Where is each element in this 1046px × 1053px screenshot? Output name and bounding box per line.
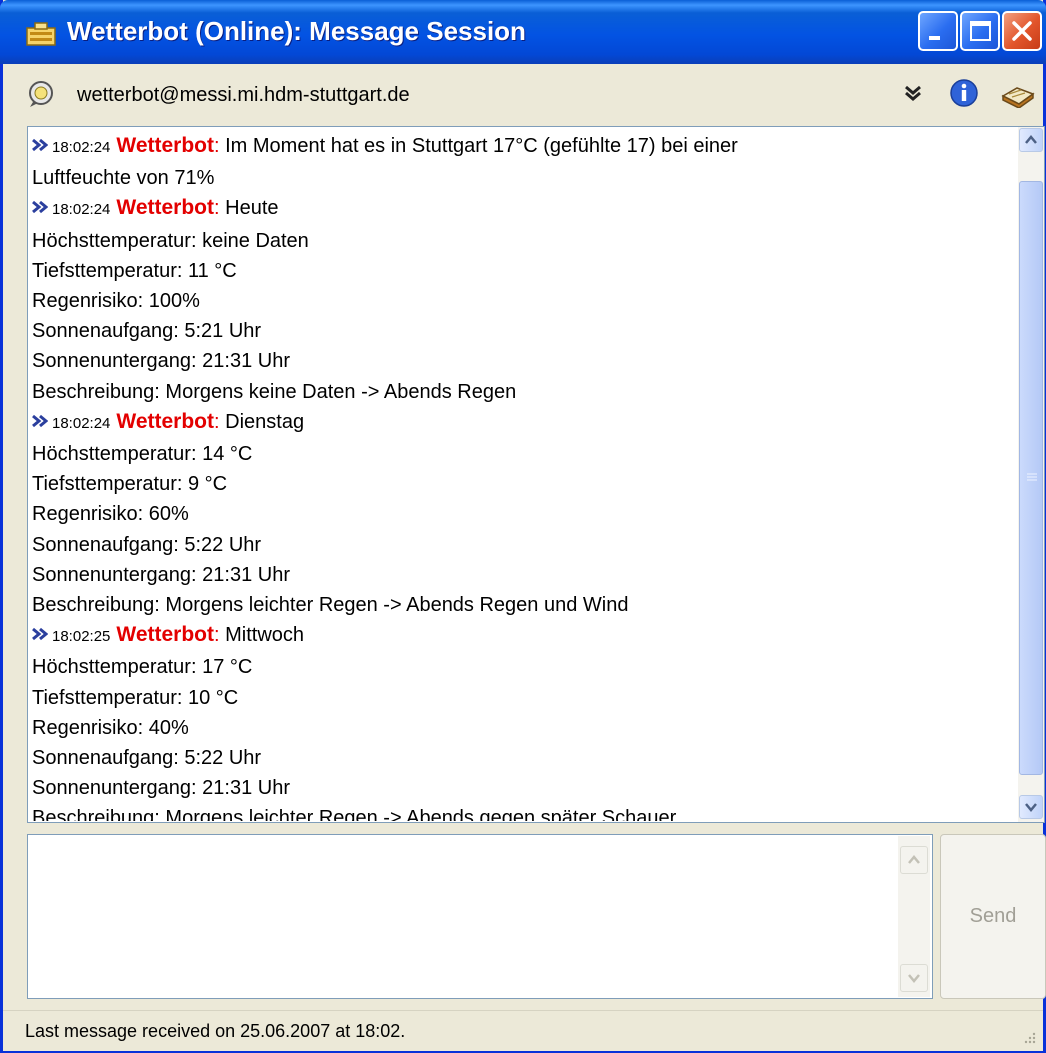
- book-icon[interactable]: [1001, 82, 1035, 113]
- message-text-line: Höchsttemperatur: 17 °C: [32, 656, 253, 679]
- message-text-line: Höchsttemperatur: 14 °C: [32, 443, 253, 466]
- incoming-arrow-icon: [32, 138, 48, 152]
- message-input-frame: [27, 834, 933, 999]
- message-header: 18:02:24 Wetterbot: Heute: [32, 193, 1017, 225]
- message-text-line: Regenrisiko: 100%: [32, 290, 200, 313]
- minimize-icon: [929, 36, 940, 40]
- close-button[interactable]: [1002, 11, 1042, 51]
- chevron-down-icon: [1025, 803, 1037, 812]
- contact-address: wetterbot@messi.mi.hdm-stuttgart.de: [77, 84, 410, 106]
- message-text-line: Tiefsttemperatur: 9 °C: [32, 473, 228, 496]
- message-text-line: Tiefsttemperatur: 10 °C: [32, 686, 239, 709]
- input-scrollbar[interactable]: [898, 836, 930, 997]
- scroll-up-button[interactable]: [1019, 128, 1043, 152]
- minimize-button[interactable]: [918, 11, 958, 51]
- message-text-line: Höchsttemperatur: keine Daten: [32, 229, 309, 252]
- message-text-line: Beschreibung: Morgens leichter Regen -> …: [32, 807, 677, 821]
- message-text-line: Regenrisiko: 60%: [32, 503, 189, 526]
- incoming-arrow-icon: [32, 414, 48, 427]
- message-header: 18:02:24 Wetterbot: Dienstag: [32, 407, 1017, 439]
- message-sender: Wetterbot: [116, 196, 214, 220]
- message-text: Heute: [225, 197, 279, 220]
- scroll-thumb[interactable]: [1019, 181, 1043, 775]
- input-scroll-down-button[interactable]: [900, 964, 928, 992]
- message-header: 18:02:25 Wetterbot: Mittwoch: [32, 620, 1017, 652]
- scroll-down-button[interactable]: [1019, 795, 1043, 819]
- chevron-down-icon[interactable]: [903, 84, 923, 107]
- message-list: 18:02:24 Wetterbot: Im Moment hat es in S…: [32, 131, 1017, 821]
- status-bar: Last message received on 25.06.2007 at 1…: [3, 1010, 1043, 1051]
- maximize-button[interactable]: [960, 11, 1000, 51]
- message-text: Mittwoch: [225, 624, 305, 647]
- message-text-line: Beschreibung: Morgens keine Daten -> Abe…: [32, 380, 517, 403]
- chat-window-icon: [26, 22, 56, 46]
- message-text-line: Sonnenaufgang: 5:22 Uhr: [32, 533, 262, 556]
- title-bar[interactable]: Wetterbot (Online): Message Session: [0, 0, 1046, 64]
- message-text-line: Regenrisiko: 40%: [32, 716, 189, 739]
- input-scroll-up-button[interactable]: [900, 846, 928, 874]
- grip-icon: [1027, 473, 1037, 481]
- message-timestamp: 18:02:24: [52, 414, 111, 432]
- message-text-line: Sonnenaufgang: 5:22 Uhr: [32, 747, 262, 770]
- chat-history[interactable]: 18:02:24 Wetterbot: Im Moment hat es in S…: [27, 126, 1045, 823]
- chevron-up-icon: [1025, 135, 1037, 144]
- message-text-line: Tiefsttemperatur: 11 °C: [32, 259, 237, 282]
- chat-scrollbar[interactable]: [1018, 127, 1044, 822]
- message-text: Im Moment hat es in Stuttgart 17°C (gefü…: [225, 135, 738, 157]
- message-header: 18:02:24 Wetterbot: Im Moment hat es in S…: [32, 131, 1017, 163]
- message-text-line: Sonnenuntergang: 21:31 Uhr: [32, 563, 290, 586]
- chevron-down-icon: [908, 974, 920, 983]
- message-input[interactable]: [30, 837, 895, 996]
- message-timestamp: 18:02:24: [52, 201, 111, 219]
- message-sender: Wetterbot: [116, 623, 214, 647]
- message-text-line: Sonnenaufgang: 5:21 Uhr: [32, 320, 262, 343]
- info-icon[interactable]: [949, 78, 979, 113]
- incoming-arrow-icon: [32, 628, 48, 641]
- chat-bubble-icon: [27, 80, 55, 113]
- message-text-line: Luftfeuchte von 71%: [32, 167, 215, 190]
- window-title: Wetterbot (Online): Message Session: [67, 16, 526, 46]
- message-text-line: Sonnenuntergang: 21:31 Uhr: [32, 777, 290, 800]
- message-session-window: Wetterbot (Online): Message Session wett…: [0, 0, 1046, 1053]
- message-sender: Wetterbot: [116, 134, 214, 157]
- incoming-arrow-icon: [32, 201, 48, 214]
- message-text-line: Sonnenuntergang: 21:31 Uhr: [32, 350, 290, 373]
- message-timestamp: 18:02:24: [52, 139, 111, 156]
- resize-grip-icon[interactable]: [1021, 1029, 1037, 1045]
- send-button[interactable]: Send: [940, 834, 1046, 999]
- maximize-icon: [970, 21, 991, 41]
- contact-bar: wetterbot@messi.mi.hdm-stuttgart.de: [3, 64, 1043, 126]
- close-icon: [1012, 21, 1032, 41]
- message-sender: Wetterbot: [116, 409, 214, 433]
- message-text: Dienstag: [225, 410, 305, 433]
- message-timestamp: 18:02:25: [52, 628, 111, 646]
- chevron-up-icon: [908, 855, 920, 864]
- message-text-line: Beschreibung: Morgens leichter Regen -> …: [32, 594, 629, 617]
- status-text: Last message received on 25.06.2007 at 1…: [25, 1021, 406, 1041]
